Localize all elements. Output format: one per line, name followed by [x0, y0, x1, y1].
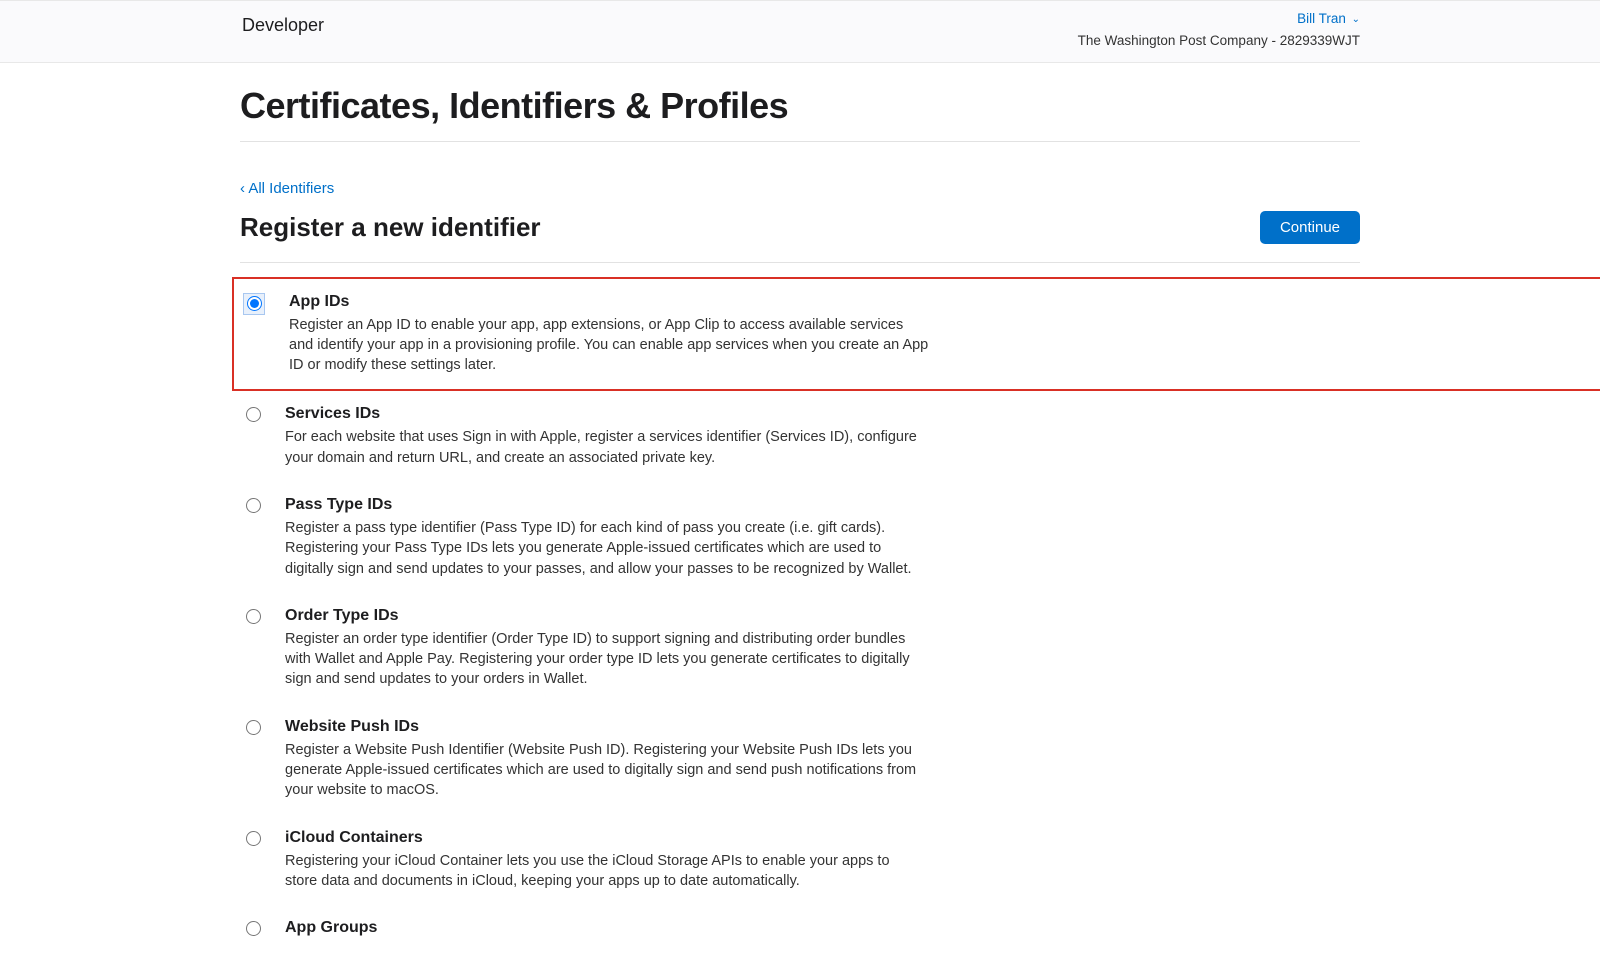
page-title: Certificates, Identifiers & Profiles	[240, 63, 1360, 142]
radio-website-push-ids[interactable]	[246, 720, 261, 735]
breadcrumb-back-link[interactable]: ‹ All Identifiers	[240, 180, 334, 197]
option-title: Website Push IDs	[285, 718, 925, 736]
chevron-down-icon: ⌄	[1352, 14, 1360, 25]
radio-wrap	[246, 293, 265, 317]
identifier-options-list: App IDs Register an App ID to enable your…	[240, 277, 1360, 955]
option-title: iCloud Containers	[285, 829, 925, 847]
radio-icloud-containers[interactable]	[246, 831, 261, 846]
subheader: Register a new identifier	[240, 212, 541, 243]
radio-wrap	[246, 496, 261, 518]
option-website-push-ids[interactable]: Website Push IDs Register a Website Push …	[240, 704, 1360, 815]
header-bar: Developer Bill Tran ⌄ The Washington Pos…	[0, 1, 1600, 63]
radio-app-ids[interactable]	[247, 296, 262, 311]
option-title: App Groups	[285, 919, 377, 937]
radio-wrap	[246, 607, 261, 629]
option-description: Registering your iCloud Container lets y…	[285, 851, 925, 892]
option-app-groups[interactable]: App Groups	[240, 905, 1360, 955]
breadcrumb: ‹ All Identifiers	[240, 180, 1360, 197]
option-pass-type-ids[interactable]: Pass Type IDs Register a pass type identi…	[240, 482, 1360, 593]
option-body: Pass Type IDs Register a pass type identi…	[285, 496, 925, 579]
option-body: App IDs Register an App ID to enable your…	[289, 293, 929, 376]
option-description: Register a Website Push Identifier (Webs…	[285, 740, 925, 801]
radio-wrap	[246, 718, 261, 740]
radio-services-ids[interactable]	[246, 407, 261, 422]
option-body: Website Push IDs Register a Website Push …	[285, 718, 925, 801]
radio-app-groups[interactable]	[246, 921, 261, 936]
option-title: Services IDs	[285, 405, 925, 423]
radio-selected-highlight	[243, 293, 265, 315]
option-description: Register an order type identifier (Order…	[285, 629, 925, 690]
org-name: The Washington Post Company - 2829339WJT	[1078, 31, 1360, 51]
option-icloud-containers[interactable]: iCloud Containers Registering your iCloud…	[240, 815, 1360, 906]
option-body: App Groups	[285, 919, 377, 941]
user-name: Bill Tran	[1297, 11, 1346, 26]
radio-wrap	[246, 829, 261, 851]
developer-logo[interactable]: Developer	[240, 15, 324, 36]
radio-wrap	[246, 405, 261, 427]
option-body: Order Type IDs Register an order type ide…	[285, 607, 925, 690]
option-description: Register an App ID to enable your app, a…	[289, 315, 929, 376]
continue-button[interactable]: Continue	[1260, 211, 1360, 244]
option-body: iCloud Containers Registering your iCloud…	[285, 829, 925, 892]
option-title: App IDs	[289, 293, 929, 311]
radio-wrap	[246, 919, 261, 941]
option-order-type-ids[interactable]: Order Type IDs Register an order type ide…	[240, 593, 1360, 704]
option-services-ids[interactable]: Services IDs For each website that uses S…	[240, 391, 1360, 482]
option-title: Pass Type IDs	[285, 496, 925, 514]
option-description: Register a pass type identifier (Pass Ty…	[285, 518, 925, 579]
brand-text: Developer	[242, 15, 324, 36]
option-title: Order Type IDs	[285, 607, 925, 625]
option-description: For each website that uses Sign in with …	[285, 427, 925, 468]
user-menu[interactable]: Bill Tran ⌄	[1078, 9, 1360, 29]
option-app-ids[interactable]: App IDs Register an App ID to enable your…	[232, 277, 1600, 392]
radio-order-type-ids[interactable]	[246, 609, 261, 624]
radio-pass-type-ids[interactable]	[246, 498, 261, 513]
option-body: Services IDs For each website that uses S…	[285, 405, 925, 468]
